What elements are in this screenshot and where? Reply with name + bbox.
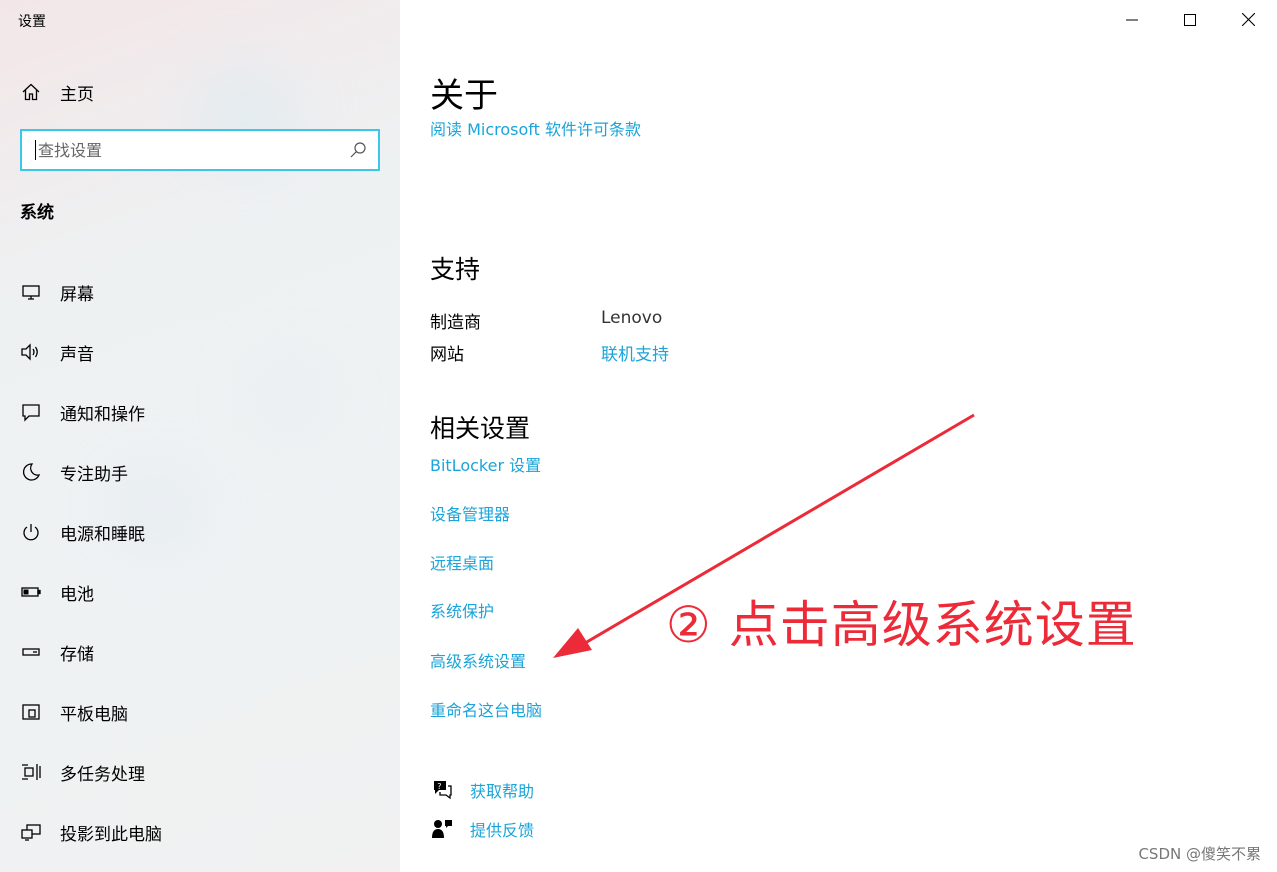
sidebar-item-label: 存储 (60, 644, 94, 665)
section-title: 系统 (20, 203, 54, 223)
search-icon[interactable] (348, 140, 368, 160)
feedback-item[interactable]: 提供反馈 (430, 817, 534, 841)
sidebar-item-focus-assist[interactable]: 专注助手 (18, 442, 388, 502)
moon-icon (18, 459, 44, 485)
sidebar-item-display[interactable]: 屏幕 (18, 262, 388, 322)
advanced-system-settings-link[interactable]: 高级系统设置 (430, 648, 526, 672)
support-label: 制造商 (430, 313, 481, 333)
project-icon (18, 819, 44, 845)
window-controls (1103, 0, 1277, 40)
close-button[interactable] (1219, 0, 1277, 40)
support-label: 网站 (430, 345, 464, 365)
sidebar-item-notifications[interactable]: 通知和操作 (18, 382, 388, 442)
storage-icon (18, 639, 44, 665)
sidebar-item-label: 多任务处理 (60, 764, 145, 785)
monitor-icon (18, 279, 44, 305)
online-support-link[interactable]: 联机支持 (601, 340, 669, 365)
get-help-item[interactable]: ? 获取帮助 (430, 778, 534, 802)
annotation-text: ② 点击高级系统设置 (666, 596, 1137, 654)
sidebar-item-home[interactable]: 主页 (18, 78, 388, 106)
device-manager-link[interactable]: 设备管理器 (430, 501, 510, 525)
maximize-button[interactable] (1161, 0, 1219, 40)
sidebar-nav: 屏幕 声音 通知和操作 专注助手 电源和睡眠 电池 存储 平板电脑 多任务处理 … (18, 262, 388, 862)
feedback-link[interactable]: 提供反馈 (470, 817, 534, 841)
license-link[interactable]: 阅读 Microsoft 软件许可条款 (430, 116, 641, 140)
power-icon (18, 519, 44, 545)
speaker-icon (18, 339, 44, 365)
main-content: 关于 阅读 Microsoft 软件许可条款 支持 制造商 Lenovo 网站 … (400, 0, 1277, 872)
tablet-icon (18, 699, 44, 725)
sidebar-item-label: 屏幕 (60, 284, 94, 305)
sidebar-item-label: 专注助手 (60, 464, 128, 485)
multitask-icon (18, 759, 44, 785)
sidebar-item-tablet[interactable]: 平板电脑 (18, 682, 388, 742)
sidebar-item-battery[interactable]: 电池 (18, 562, 388, 622)
help-chat-icon: ? (430, 778, 454, 802)
related-settings-heading: 相关设置 (430, 414, 531, 443)
support-row-website: 网站 联机支持 (430, 340, 669, 365)
support-row-manufacturer: 制造商 Lenovo (430, 308, 662, 333)
sidebar-item-project[interactable]: 投影到此电脑 (18, 802, 388, 862)
sidebar-item-label: 电池 (60, 584, 94, 605)
sidebar-item-label: 主页 (60, 84, 94, 105)
remote-desktop-link[interactable]: 远程桌面 (430, 550, 494, 574)
bitlocker-settings-link[interactable]: BitLocker 设置 (430, 452, 541, 476)
page-title: 关于 (430, 76, 498, 116)
get-help-link[interactable]: 获取帮助 (470, 778, 534, 802)
system-protection-link[interactable]: 系统保护 (430, 598, 494, 622)
support-value: Lenovo (601, 308, 663, 328)
rename-pc-link[interactable]: 重命名这台电脑 (430, 697, 542, 721)
sidebar-item-label: 通知和操作 (60, 404, 145, 425)
minimize-button[interactable] (1103, 0, 1161, 40)
sidebar-item-power-sleep[interactable]: 电源和睡眠 (18, 502, 388, 562)
home-icon (18, 79, 44, 105)
notification-icon (18, 399, 44, 425)
search-box[interactable] (20, 129, 380, 171)
feedback-icon (430, 817, 454, 841)
sidebar-item-label: 电源和睡眠 (60, 524, 145, 545)
maximize-icon (1184, 11, 1196, 30)
close-icon (1241, 11, 1255, 30)
sidebar-item-storage[interactable]: 存储 (18, 622, 388, 682)
sidebar: 设置 主页 系统 屏幕 声音 (0, 0, 400, 872)
minimize-icon (1126, 11, 1138, 30)
support-heading: 支持 (430, 255, 481, 284)
sidebar-item-label: 平板电脑 (60, 704, 128, 725)
sidebar-item-sound[interactable]: 声音 (18, 322, 388, 382)
battery-icon (18, 579, 44, 605)
sidebar-item-label: 投影到此电脑 (60, 824, 162, 845)
search-input[interactable] (38, 140, 348, 160)
watermark: CSDN @傻笑不累 (1138, 845, 1261, 863)
sidebar-item-label: 声音 (60, 344, 94, 365)
text-cursor (35, 140, 36, 160)
window-title: 设置 (18, 14, 46, 30)
svg-text:?: ? (437, 782, 441, 791)
sidebar-item-multitasking[interactable]: 多任务处理 (18, 742, 388, 802)
